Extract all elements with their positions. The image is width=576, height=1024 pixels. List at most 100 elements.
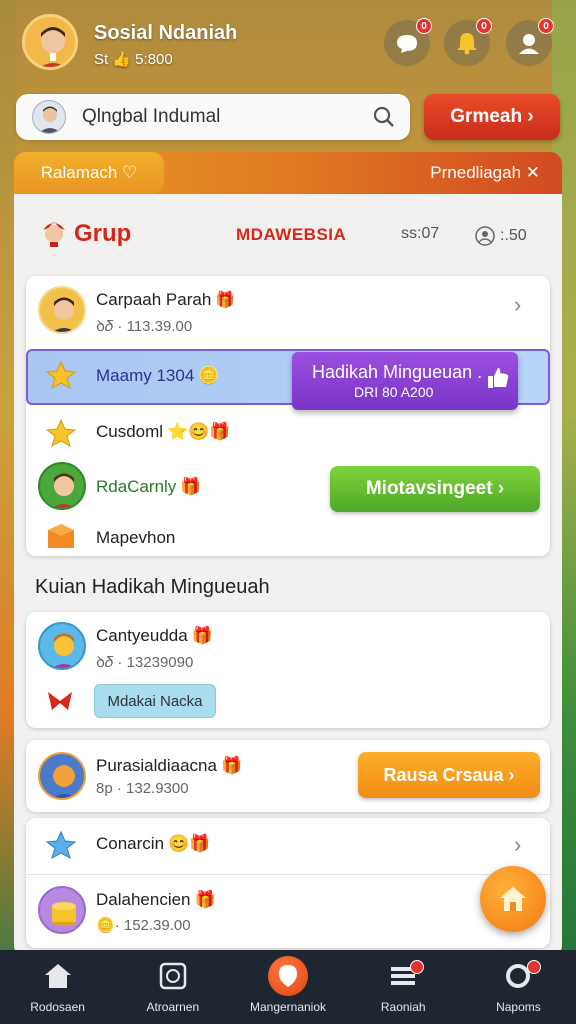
member-name: RdaCarnly <box>96 477 177 496</box>
user-name: Sosial Ndaniah <box>94 22 238 44</box>
member-avatar <box>38 462 86 510</box>
user-balance: St 👍 5:800 <box>94 51 173 68</box>
nav-activity[interactable]: Atroarnen <box>115 950 230 1024</box>
reward-icons: ⭐😊🎁 <box>167 422 231 441</box>
member-avatar <box>38 286 86 334</box>
search-icon[interactable] <box>372 105 396 129</box>
reward-popup[interactable]: Hadikah Mingueuan . DRI 80 A200 <box>292 352 518 410</box>
member-name: Maamy 1304 <box>96 366 195 385</box>
nav-label: Rodosaen <box>30 1000 85 1014</box>
settings-button[interactable]: 0 <box>506 18 554 66</box>
list-item[interactable]: RdaCarnly 🎁 <box>96 477 201 497</box>
group-time: ss:07 <box>401 225 440 242</box>
friends-button[interactable]: 0 <box>384 18 432 66</box>
list-item[interactable]: Purasialdiaacna 🎁 <box>96 756 242 776</box>
chevron-right-icon[interactable]: › <box>514 292 521 318</box>
member-avatar <box>38 752 86 800</box>
reward-icons: 😊🎁 <box>168 834 211 853</box>
notifications-button[interactable]: 0 <box>444 18 492 66</box>
gift-icon: 🎁 <box>194 890 216 909</box>
search-input[interactable]: Qlngbal Indumal <box>82 106 220 128</box>
member-name: Mapevhon <box>96 528 176 547</box>
member-name: Carpaah Parah <box>96 290 212 309</box>
nav-center[interactable]: Mangernaniok <box>230 950 345 1024</box>
search-avatar <box>32 100 66 134</box>
tab-right[interactable]: Prnedliagah ✕ <box>430 152 540 194</box>
popup-title: Hadikah Mingueuan . <box>312 362 483 382</box>
member-count: :.50 <box>500 227 527 244</box>
section-title: Kuian Hadikah Mingueuah <box>35 576 270 598</box>
popup-sub: DRI 80 A200 <box>354 384 434 400</box>
header: Sosial Ndaniah St 👍 5:800 0 0 0 <box>0 0 576 90</box>
notification-badge: 0 <box>416 18 432 34</box>
chevron-right-icon[interactable]: › <box>514 832 521 858</box>
house-icon <box>500 887 526 911</box>
group-members: :.50 <box>474 225 527 247</box>
member-score-value: · 152.39.00 <box>114 917 191 934</box>
thumbs-up-icon <box>488 368 509 388</box>
star-icon <box>45 418 77 453</box>
heart-icon: 🎁 <box>215 292 236 309</box>
chat-icon <box>397 35 417 53</box>
tab-bar: Ralamach ♡ Prnedliagah ✕ <box>14 152 562 194</box>
member-avatar <box>38 622 86 670</box>
list-item[interactable]: Mapevhon <box>96 528 175 548</box>
list-item[interactable]: Conarcin 😊🎁 <box>96 834 210 854</box>
list-item[interactable]: Cantyeudda 🎁 <box>96 626 213 646</box>
box-icon <box>46 524 76 555</box>
claim-button[interactable]: Rausa Crsaua › <box>358 752 540 798</box>
group-mascot-icon <box>43 222 65 247</box>
coin-icon: 🪙 <box>96 917 115 934</box>
member-icon <box>475 226 495 246</box>
gift-icon: 🎁 <box>180 477 202 496</box>
group-title: Grup <box>74 220 132 247</box>
nav-label: Atroarnen <box>146 1000 200 1014</box>
member-name: Cusdoml <box>96 422 164 441</box>
nav-label: Raoniah <box>380 1000 426 1014</box>
member-name: Purasialdiaacna <box>96 756 217 775</box>
list-item[interactable]: Carpaah Parah 🎁 <box>96 290 235 310</box>
member-name: Cantyeudda <box>96 626 188 645</box>
member-score: ꝺ𝛿 · 13239090 <box>96 654 194 671</box>
member-score: 8p · 132.9300 <box>96 780 189 797</box>
member-name: Dalahencien <box>96 890 191 909</box>
member-score: 🪙· 152.39.00 <box>96 916 191 934</box>
nav-label: Mangernaniok <box>249 1000 327 1014</box>
gift-icon: 🎁 <box>191 626 213 645</box>
notification-badge: 0 <box>476 18 492 34</box>
group-header: Grup MDAWEBSIA ss:07 :.50 <box>14 194 562 272</box>
bell-icon <box>457 33 477 55</box>
member-score: ꝺ𝛿 · 113.39.00 <box>96 318 193 335</box>
ribbon-icon <box>44 688 76 719</box>
invite-button[interactable]: Miotavsingeet › <box>330 466 540 512</box>
media-icon <box>159 962 187 990</box>
list-item[interactable]: Dalahencien 🎁 <box>96 890 216 910</box>
coin-stack-icon <box>38 886 86 934</box>
divider <box>26 874 550 875</box>
nav-badge <box>409 960 424 974</box>
nav-badge <box>526 960 541 974</box>
star-icon <box>45 360 77 395</box>
home-fab-button[interactable] <box>480 866 546 932</box>
profile-icon <box>519 34 539 54</box>
search-bar[interactable]: Qlngbal Indumal <box>16 94 410 140</box>
user-avatar[interactable] <box>22 14 78 70</box>
search-go-button[interactable]: Grmeah › <box>424 94 560 140</box>
bottom-nav: Rodosaen Atroarnen Mangernaniok Raoniah … <box>0 950 576 1024</box>
group-country: MDAWEBSIA <box>236 225 347 244</box>
nav-ranking[interactable]: Raoniah <box>346 950 461 1024</box>
home-icon <box>44 964 71 988</box>
star-outline-icon <box>45 830 77 865</box>
list-item[interactable]: Cusdoml ⭐😊🎁 <box>96 422 231 442</box>
action-pill[interactable]: Mdakai Nacka <box>94 684 216 718</box>
nav-home[interactable]: Rodosaen <box>0 950 115 1024</box>
nav-profile[interactable]: Napoms <box>461 950 576 1024</box>
member-name: Conarcin <box>96 834 165 853</box>
notification-badge: 0 <box>538 18 554 34</box>
pin-icon <box>268 956 308 996</box>
tab-left[interactable]: Ralamach ♡ <box>14 152 164 194</box>
gift-icon: 🎁 <box>220 756 243 775</box>
list-item[interactable]: Maamy 1304 🪙 <box>96 366 219 386</box>
nav-label: Napoms <box>496 1000 541 1014</box>
coin-icon: 🪙 <box>198 366 220 385</box>
